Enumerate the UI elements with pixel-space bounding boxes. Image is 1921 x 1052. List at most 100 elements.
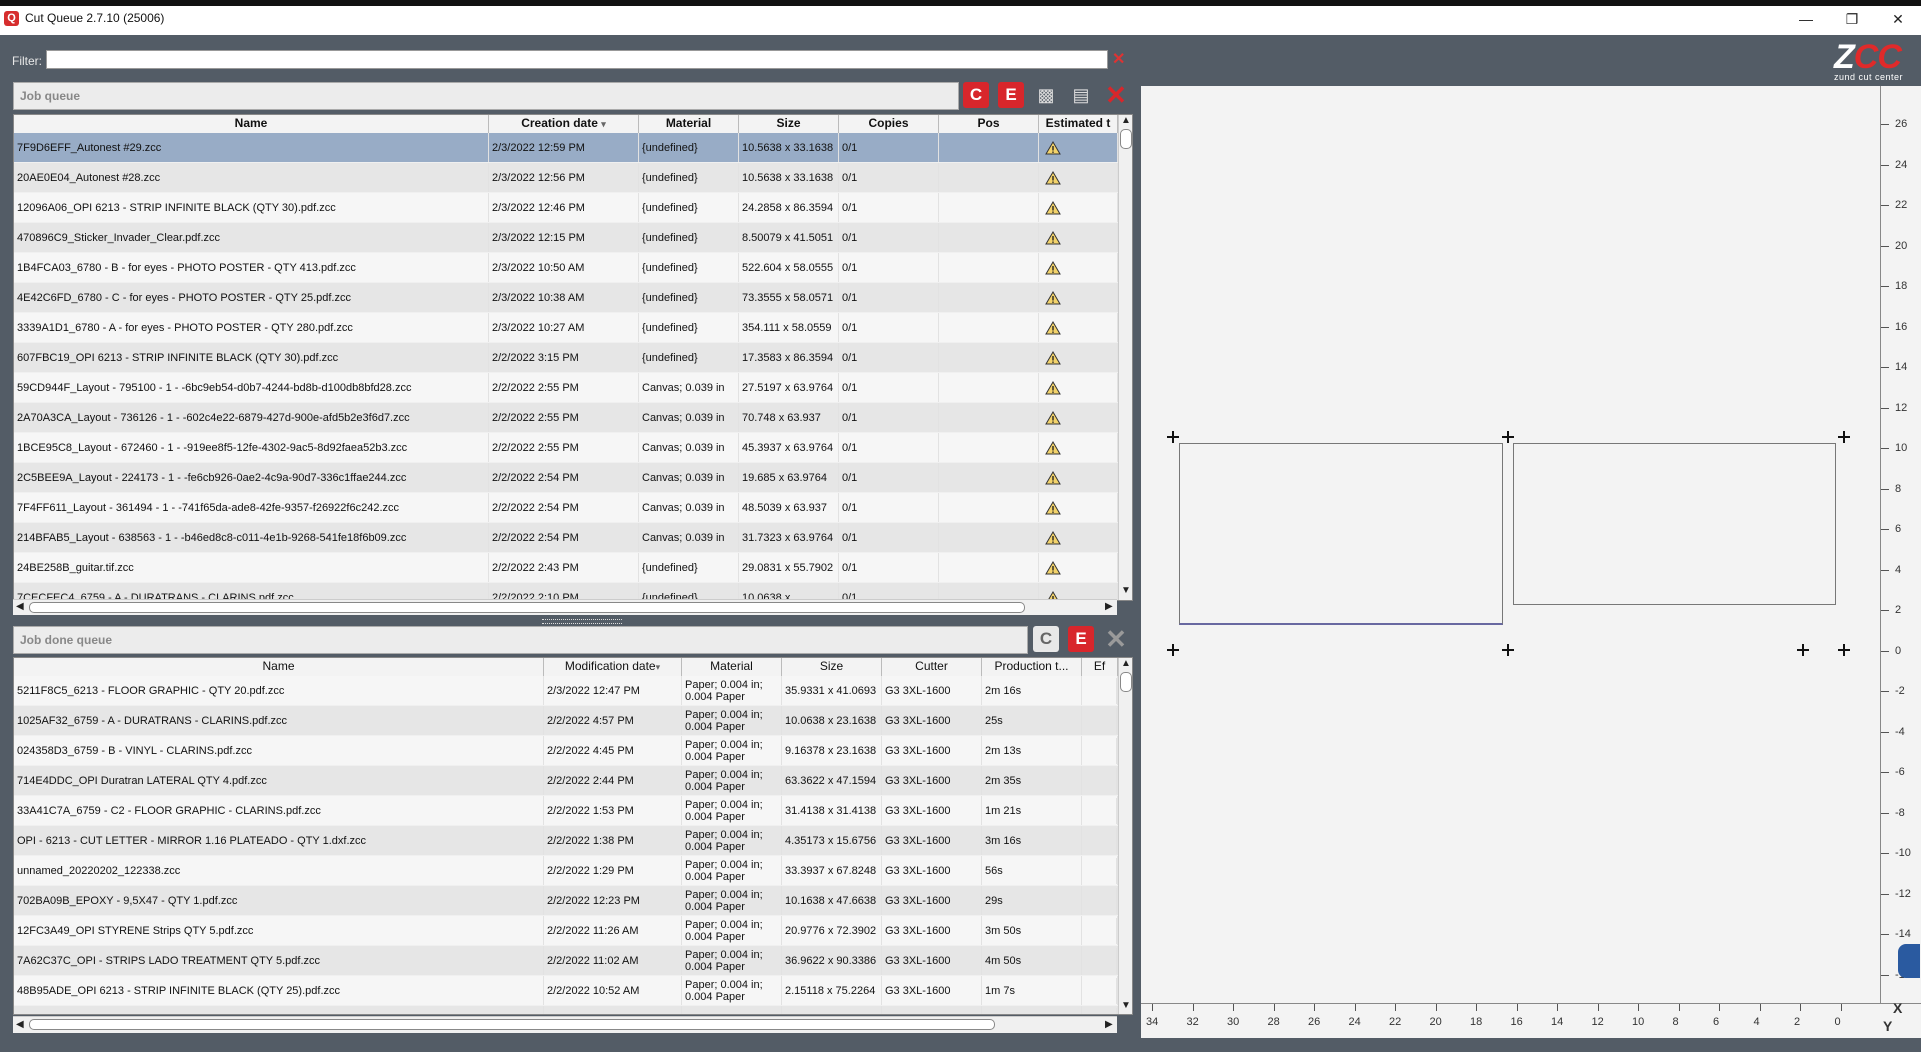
ruler-tick-label: 2 xyxy=(1794,1016,1801,1028)
ruler-tick xyxy=(1881,691,1889,692)
job-queue-row[interactable]: 7F9D6EFF_Autonest #29.zcc 2/3/2022 12:59 … xyxy=(14,133,1118,163)
delete-job-icon[interactable]: ✕ xyxy=(1103,82,1129,108)
col-modification-date[interactable]: Modification date▾ xyxy=(544,658,682,676)
delete-done-job-icon[interactable]: ✕ xyxy=(1103,626,1129,652)
col-cutter[interactable]: Cutter xyxy=(882,658,982,676)
cell-name: 5211F8C5_6213 - FLOOR GRAPHIC - QTY 20.p… xyxy=(14,676,544,705)
job-queue-row[interactable]: 4E42C6FD_6780 - C - for eyes - PHOTO POS… xyxy=(14,283,1118,313)
cut-preview-canvas[interactable] xyxy=(1141,86,1880,1003)
col-creation-date[interactable]: Creation date ▾ xyxy=(489,115,639,133)
col-pos[interactable]: Pos xyxy=(939,115,1039,133)
col-material[interactable]: Material xyxy=(639,115,739,133)
done-queue-row[interactable]: 024358D3_6759 - B - VINYL - CLARINS.pdf.… xyxy=(14,736,1118,766)
scroll-right-icon[interactable]: ▶ xyxy=(1105,601,1113,612)
ruler-tick xyxy=(1881,529,1889,530)
cell-name: 7F4FF611_Layout - 361494 - 1 - -741f65da… xyxy=(14,493,489,522)
cell-material: Paper; 0.004 in; 0.004 Paper xyxy=(682,676,782,705)
done-queue-row[interactable]: 33A41C7A_6759 - C2 - FLOOR GRAPHIC - CLA… xyxy=(14,796,1118,826)
minimize-button[interactable]: — xyxy=(1783,8,1829,32)
cell-copies: 0/1 xyxy=(839,313,939,342)
done-queue-row[interactable]: unnamed_20220202_122338.zcc 2/2/2022 1:29… xyxy=(14,856,1118,886)
job-queue-row[interactable]: 2A70A3CA_Layout - 736126 - 1 - -602c4e22… xyxy=(14,403,1118,433)
done-edit-button[interactable]: E xyxy=(1068,626,1094,652)
filter-input[interactable] xyxy=(46,50,1108,69)
col-efficiency[interactable]: Ef xyxy=(1082,658,1118,676)
job-queue-row[interactable]: 59CD944F_Layout - 795100 - 1 - -6bc9eb54… xyxy=(14,373,1118,403)
done-cut-button[interactable]: C xyxy=(1033,626,1059,652)
job-queue-row[interactable]: 2C5BEE9A_Layout - 224173 - 1 - -fe6cb926… xyxy=(14,463,1118,493)
scroll-down-icon[interactable]: ▼ xyxy=(1121,585,1131,596)
cut-button[interactable]: C xyxy=(963,82,989,108)
scroll-left-icon[interactable]: ◀ xyxy=(16,1019,24,1030)
done-queue-row[interactable]: 702BA09B_EPOXY - 9,5X47 - QTY 1.pdf.zcc 2… xyxy=(14,886,1118,916)
restore-button[interactable]: ❐ xyxy=(1829,8,1875,32)
queue-settings-icon[interactable]: ▤ xyxy=(1068,82,1094,108)
job-queue-row[interactable]: 607FBC19_OPI 6213 - STRIP INFINITE BLACK… xyxy=(14,343,1118,373)
scroll-up-icon[interactable]: ▲ xyxy=(1121,115,1131,126)
job-queue-row[interactable]: 1BCE95C8_Layout - 672460 - 1 - -919ee8f5… xyxy=(14,433,1118,463)
ruler-tick xyxy=(1881,164,1889,166)
col-name[interactable]: Name xyxy=(14,115,489,133)
warning-icon xyxy=(1039,403,1118,432)
col-estimated[interactable]: Estimated t xyxy=(1039,115,1118,133)
done-queue-row[interactable]: 1025AF32_6759 - A - DURATRANS - CLARINS.… xyxy=(14,706,1118,736)
cell-date: 2/3/2022 10:27 AM xyxy=(489,313,639,342)
cell-date: 2/2/2022 11:26 AM xyxy=(544,916,682,945)
done-queue-row[interactable]: 5211F8C5_6213 - FLOOR GRAPHIC - QTY 20.p… xyxy=(14,676,1118,706)
cell-pos xyxy=(939,403,1039,432)
done-queue-row[interactable]: 12FC3A49_OPI STYRENE Strips QTY 5.pdf.zc… xyxy=(14,916,1118,946)
done-queue-row[interactable]: 48B95ADE_OPI 6213 - STRIP INFINITE BLACK… xyxy=(14,976,1118,1006)
job-queue-row[interactable]: 214BFAB5_Layout - 638563 - 1 - -b46ed8c8… xyxy=(14,523,1118,553)
job-queue-row[interactable]: 12096A06_OPI 6213 - STRIP INFINITE BLACK… xyxy=(14,193,1118,223)
done-queue-row[interactable]: Paper; 0.004 in;139.164 x xyxy=(14,1006,1118,1014)
cell-date: 2/2/2022 1:29 PM xyxy=(544,856,682,885)
col-done-name[interactable]: Name xyxy=(14,658,544,676)
done-queue-row[interactable]: 7A62C37C_OPI - STRIPS LADO TREATMENT QTY… xyxy=(14,946,1118,976)
cell-size: 27.5197 x 63.9764 xyxy=(739,373,839,402)
scroll-down-icon[interactable]: ▼ xyxy=(1121,1000,1131,1011)
col-copies[interactable]: Copies xyxy=(839,115,939,133)
move-to-cutter-icon[interactable]: ▩ xyxy=(1033,82,1059,108)
cell-size: 10.1638 x 47.6638 xyxy=(782,886,882,915)
close-button[interactable]: ✕ xyxy=(1875,8,1921,32)
job-queue-vscroll[interactable]: ▲ ▼ xyxy=(1118,115,1132,600)
ruler-tick xyxy=(1881,124,1889,125)
clear-filter-icon[interactable]: ✕ xyxy=(1112,49,1125,69)
cell-pos xyxy=(939,163,1039,192)
done-queue-vscroll[interactable]: ▲ ▼ xyxy=(1118,658,1132,1014)
cell-size: 63.3622 x 47.1594 xyxy=(782,766,882,795)
edit-button[interactable]: E xyxy=(998,82,1024,108)
ruler-tick xyxy=(1881,488,1889,490)
cell-size: 10.5638 x 33.1638 xyxy=(739,133,839,162)
done-queue-row[interactable]: 714E4DDC_OPI Duratran LATERAL QTY 4.pdf.… xyxy=(14,766,1118,796)
cell-size: 29.0831 x 55.7902 xyxy=(739,553,839,582)
job-queue-hscrollbar[interactable]: ◀ ▶ xyxy=(13,599,1117,615)
registration-mark-icon xyxy=(1838,644,1850,656)
job-queue-hscroll-thumb[interactable] xyxy=(29,602,1025,613)
cell-name: 607FBC19_OPI 6213 - STRIP INFINITE BLACK… xyxy=(14,343,489,372)
job-queue-row[interactable]: 470896C9_Sticker_Invader_Clear.pdf.zcc 2/… xyxy=(14,223,1118,253)
warning-icon xyxy=(1039,523,1118,552)
scroll-up-icon[interactable]: ▲ xyxy=(1121,658,1131,669)
panel-splitter[interactable] xyxy=(542,619,622,624)
side-panel-toggle-icon[interactable] xyxy=(1898,944,1920,978)
cell-name: 024358D3_6759 - B - VINYL - CLARINS.pdf.… xyxy=(14,736,544,765)
done-queue-hscroll-thumb[interactable] xyxy=(29,1019,995,1030)
job-queue-row[interactable]: 3339A1D1_6780 - A - for eyes - PHOTO POS… xyxy=(14,313,1118,343)
job-queue-row[interactable]: 24BE258B_guitar.tif.zcc 2/2/2022 2:43 PM{… xyxy=(14,553,1118,583)
scroll-left-icon[interactable]: ◀ xyxy=(16,601,24,612)
job-queue-row[interactable]: 20AE0E04_Autonest #28.zcc 2/3/2022 12:56 … xyxy=(14,163,1118,193)
scroll-right-icon[interactable]: ▶ xyxy=(1105,1019,1113,1030)
done-queue-row[interactable]: OPI - 6213 - CUT LETTER - MIRROR 1.16 PL… xyxy=(14,826,1118,856)
col-size[interactable]: Size xyxy=(739,115,839,133)
ruler-tick xyxy=(1395,1004,1396,1011)
col-done-material[interactable]: Material xyxy=(682,658,782,676)
cell-size: 45.3937 x 63.9764 xyxy=(739,433,839,462)
job-queue-row[interactable]: 7F4FF611_Layout - 361494 - 1 - -741f65da… xyxy=(14,493,1118,523)
col-done-size[interactable]: Size xyxy=(782,658,882,676)
col-production-time[interactable]: Production t... xyxy=(982,658,1082,676)
done-queue-hscrollbar[interactable]: ◀ ▶ xyxy=(13,1016,1117,1033)
job-queue-vscroll-thumb[interactable] xyxy=(1120,129,1132,149)
job-queue-row[interactable]: 1B4FCA03_6780 - B - for eyes - PHOTO POS… xyxy=(14,253,1118,283)
done-queue-vscroll-thumb[interactable] xyxy=(1120,672,1132,692)
